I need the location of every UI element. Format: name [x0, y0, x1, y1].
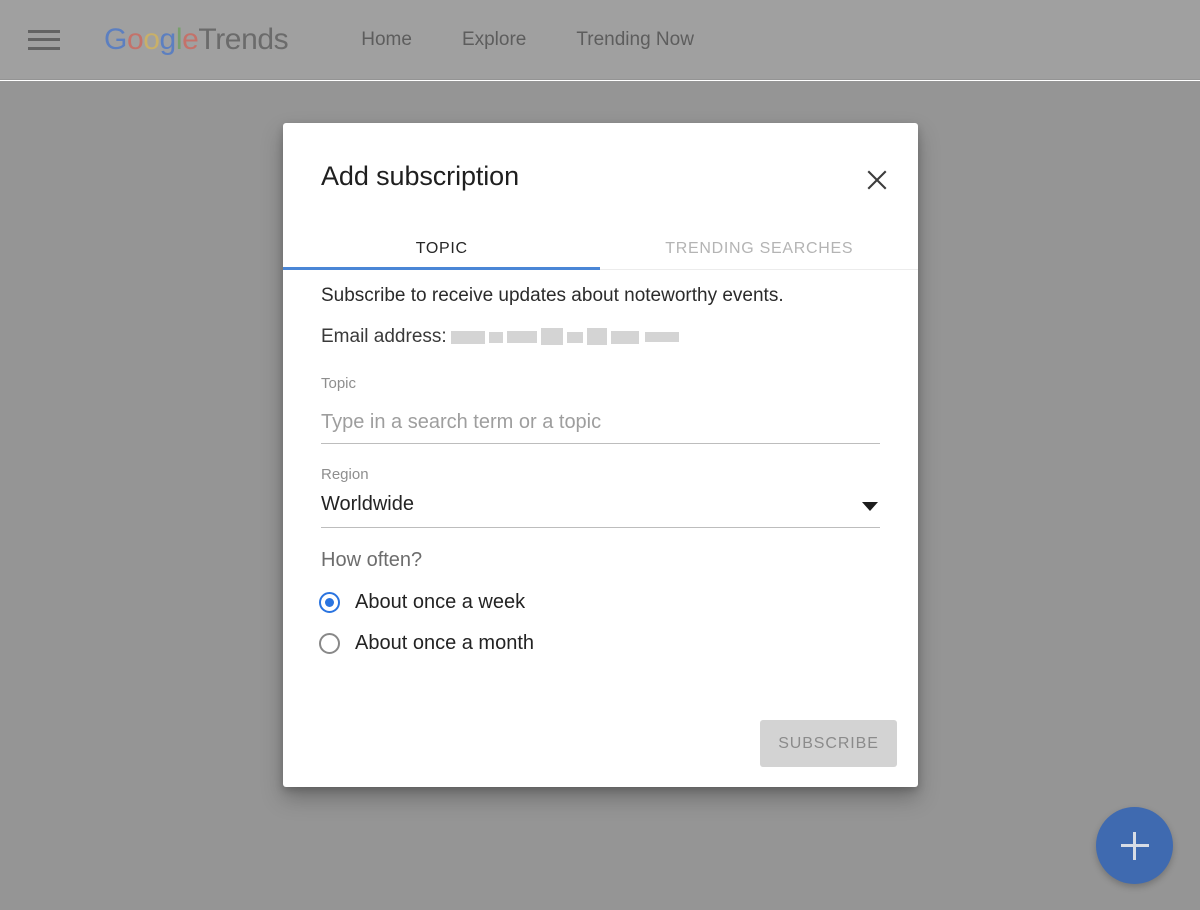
subscribe-button[interactable]: SUBSCRIBE — [760, 720, 897, 767]
close-x-icon[interactable] — [858, 161, 896, 199]
logo-letter-o2: o — [143, 22, 160, 56]
dialog-title: Add subscription — [321, 161, 520, 191]
topic-field-label: Topic — [321, 375, 357, 392]
tab-active-indicator — [283, 267, 600, 270]
email-address-row: Email address: — [321, 325, 681, 348]
menu-bar-3 — [28, 46, 60, 50]
frequency-option-monthly-label: About once a month — [355, 632, 535, 654]
email-address-value-redacted — [449, 325, 681, 348]
logo-letter-e: e — [182, 22, 199, 56]
frequency-heading: How often? — [321, 549, 423, 571]
logo-trends-word: Trends — [198, 22, 289, 56]
radio-icon-unselected — [319, 633, 340, 654]
page-root: GoogleTrends Home Explore Trending Now A… — [0, 0, 1200, 910]
logo-letter-g1: G — [104, 22, 127, 56]
dialog-intro-text: Subscribe to receive updates about notew… — [321, 285, 784, 306]
frequency-option-monthly[interactable]: About once a month — [319, 632, 534, 655]
logo-letter-g2: g — [159, 22, 177, 56]
add-subscription-fab[interactable] — [1096, 807, 1173, 884]
app-header: GoogleTrends Home Explore Trending Now — [0, 0, 1200, 80]
hamburger-menu-icon[interactable] — [28, 27, 62, 53]
radio-icon-selected — [319, 592, 340, 613]
region-select[interactable]: Worldwide — [321, 493, 880, 528]
menu-bar-1 — [28, 29, 60, 33]
chevron-down-icon — [862, 502, 878, 511]
tab-trending-searches[interactable]: TRENDING SEARCHES — [601, 231, 919, 285]
logo-letter-o1: o — [126, 22, 144, 56]
menu-bar-2 — [28, 38, 60, 41]
primary-nav: Home Explore Trending Now — [361, 29, 694, 51]
tab-topic[interactable]: TOPIC — [283, 231, 601, 285]
topic-input[interactable] — [321, 411, 880, 444]
region-selected-value: Worldwide — [321, 493, 414, 515]
add-subscription-dialog: Add subscription TOPIC TRENDING SEARCHES… — [283, 123, 918, 787]
nav-link-trending-now[interactable]: Trending Now — [576, 29, 694, 51]
google-trends-logo[interactable]: GoogleTrends — [104, 22, 289, 56]
frequency-option-weekly-label: About once a week — [355, 591, 526, 613]
nav-link-home[interactable]: Home — [361, 29, 412, 51]
plus-icon — [1120, 831, 1149, 860]
dialog-tabs: TOPIC TRENDING SEARCHES — [283, 231, 918, 285]
nav-link-explore[interactable]: Explore — [462, 29, 526, 51]
frequency-option-weekly[interactable]: About once a week — [319, 591, 525, 614]
region-field-label: Region — [321, 466, 369, 483]
email-address-label: Email address: — [321, 325, 447, 347]
